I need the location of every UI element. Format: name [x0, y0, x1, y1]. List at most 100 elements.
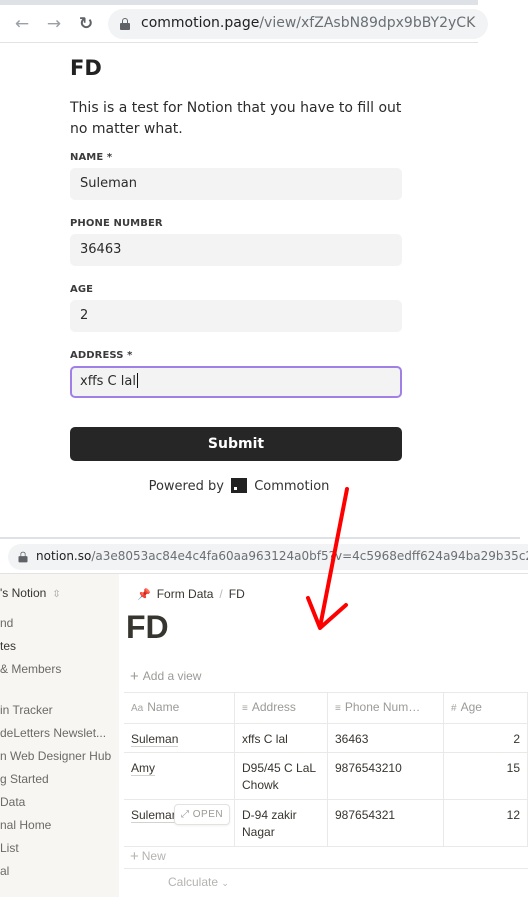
- lock-icon: [120, 18, 130, 30]
- chevron-updown-icon: ⇳: [52, 589, 61, 600]
- sidebar-item[interactable]: al: [0, 864, 9, 878]
- page-title[interactable]: FD: [126, 609, 169, 646]
- row-title[interactable]: Suleman: [131, 732, 179, 747]
- row-title[interactable]: Suleman: [131, 808, 179, 823]
- cell-phone[interactable]: 36463: [328, 724, 444, 752]
- sidebar-item[interactable]: n Web Designer Hub: [0, 749, 111, 763]
- address-bar[interactable]: commotion.page/view/xfZAsbN89dpx9bBY2yCK: [108, 9, 488, 39]
- table-header: Aa Name ≡ Address ≡ Phone Num… # Age: [124, 693, 528, 724]
- age-input[interactable]: 2: [70, 300, 402, 332]
- add-view-label: Add a view: [142, 669, 202, 683]
- cell-age[interactable]: 15: [444, 753, 528, 799]
- cell-name[interactable]: Amy: [124, 753, 235, 799]
- age-label: AGE: [70, 284, 94, 295]
- commotion-logo-icon: [231, 478, 248, 493]
- cell-address[interactable]: D-94 zakir Nagar: [235, 800, 328, 846]
- url-path: /a3e8053ac84e4c4fa60aa963124a0bf5?v=4c59…: [91, 549, 528, 563]
- breadcrumb-fd[interactable]: FD: [229, 587, 245, 601]
- sidebar-item[interactable]: & Members: [0, 662, 61, 676]
- row-title[interactable]: Amy: [131, 761, 155, 776]
- browser-toolbar: ← → ↻ commotion.page/view/xfZAsbN89dpx9b…: [0, 5, 488, 43]
- plus-icon: +: [130, 848, 139, 865]
- phone-input[interactable]: 36463: [70, 234, 402, 266]
- table-row[interactable]: Suleman ⤢ OPEN D-94 zakir Nagar 98765432…: [124, 800, 528, 847]
- notion-page: 📌 Form Data / FD FD + Add a view Aa Name ≡ Add…: [119, 574, 528, 897]
- sidebar-item[interactable]: tes: [0, 639, 16, 653]
- plus-icon: +: [130, 668, 139, 685]
- sidebar-item[interactable]: g Started: [0, 772, 49, 786]
- url-host: commotion.page: [141, 15, 260, 31]
- commotion-link[interactable]: Commotion: [254, 479, 329, 494]
- calculate-button[interactable]: Calculate ⌄: [168, 875, 229, 889]
- submit-button[interactable]: Submit: [70, 427, 402, 461]
- cell-phone[interactable]: 987654321: [328, 800, 444, 846]
- new-label: New: [141, 849, 166, 863]
- calculate-divider: [124, 868, 528, 869]
- cell-address[interactable]: xffs C lal: [235, 724, 328, 752]
- open-label: OPEN: [192, 809, 224, 820]
- address-bar[interactable]: notion.so/a3e8053ac84e4c4fa60aa963124a0b…: [8, 544, 528, 570]
- column-header-address[interactable]: ≡ Address: [235, 693, 328, 723]
- cell-age[interactable]: 12: [444, 800, 528, 846]
- browser-tab-strip: [0, 537, 520, 539]
- field-address: ADDRESS * xffs C lal: [70, 350, 402, 398]
- url-path: /view/xfZAsbN89dpx9bBY2yCK: [259, 15, 476, 31]
- text-caret: [136, 373, 138, 388]
- sidebar-item[interactable]: Data: [0, 795, 25, 809]
- expand-icon: ⤢: [181, 809, 190, 820]
- hash-icon: #: [451, 703, 457, 714]
- address-input[interactable]: xffs C lal: [70, 366, 402, 398]
- table-row[interactable]: Suleman xffs C lal 36463 2: [124, 724, 528, 753]
- cell-name[interactable]: Suleman: [124, 724, 235, 752]
- lines-icon: ≡: [335, 703, 341, 714]
- column-label: Address: [251, 700, 296, 714]
- cell-name[interactable]: Suleman ⤢ OPEN: [124, 800, 235, 846]
- calculate-label: Calculate: [168, 875, 219, 889]
- cell-phone[interactable]: 9876543210: [328, 753, 444, 799]
- new-row-button[interactable]: + New: [130, 848, 166, 865]
- pushpin-icon: 📌: [137, 589, 151, 601]
- form: FD This is a test for Notion that you ha…: [70, 56, 402, 398]
- sidebar-item[interactable]: deLetters Newslet...: [0, 726, 106, 740]
- chevron-down-icon: ⌄: [221, 878, 229, 888]
- breadcrumb-separator: /: [219, 587, 223, 601]
- sidebar-item[interactable]: nal Home: [0, 818, 51, 832]
- lines-icon: ≡: [242, 703, 248, 714]
- field-name: NAME * Suleman: [70, 152, 402, 200]
- breadcrumb: 📌 Form Data / FD: [137, 587, 245, 601]
- column-label: Age: [460, 700, 482, 714]
- sidebar-item[interactable]: in Tracker: [0, 703, 53, 717]
- database-table: Aa Name ≡ Address ≡ Phone Num… # Age Suleman…: [124, 692, 528, 847]
- sidebar-item[interactable]: List: [0, 841, 19, 855]
- table-row[interactable]: Amy D95/45 C LaL Chowk 9876543210 15: [124, 753, 528, 800]
- url-text: commotion.page/view/xfZAsbN89dpx9bBY2yCK: [141, 15, 475, 31]
- powered-by-text: Powered by: [148, 479, 224, 494]
- breadcrumb-form-data[interactable]: Form Data: [157, 587, 214, 601]
- column-label: Name: [147, 700, 180, 714]
- reload-button[interactable]: ↻: [76, 14, 96, 34]
- name-input[interactable]: Suleman: [70, 168, 402, 200]
- back-button[interactable]: ←: [12, 14, 32, 34]
- workspace-switcher[interactable]: 's Notion ⇳: [0, 586, 61, 600]
- lock-icon: [18, 551, 28, 563]
- column-header-phone[interactable]: ≡ Phone Num…: [328, 693, 444, 723]
- address-label: ADDRESS *: [70, 350, 133, 361]
- column-header-age[interactable]: # Age: [444, 693, 528, 723]
- cell-address[interactable]: D95/45 C LaL Chowk: [235, 753, 328, 799]
- name-label: NAME *: [70, 152, 113, 163]
- sidebar-item[interactable]: nd: [0, 616, 13, 630]
- field-age: AGE 2: [70, 284, 402, 332]
- open-page-button[interactable]: ⤢ OPEN: [174, 804, 231, 825]
- column-label: Phone Num…: [344, 700, 421, 714]
- url-host: notion.so: [36, 549, 92, 563]
- form-title: FD: [70, 56, 102, 80]
- phone-label: PHONE NUMBER: [70, 218, 163, 229]
- url-text: notion.so/a3e8053ac84e4c4fa60aa963124a0b…: [36, 549, 528, 563]
- forward-button[interactable]: →: [44, 14, 64, 34]
- notion-screenshot: notion.so/a3e8053ac84e4c4fa60aa963124a0b…: [0, 537, 528, 897]
- field-phone: PHONE NUMBER 36463: [70, 218, 402, 266]
- column-header-name[interactable]: Aa Name: [124, 693, 235, 723]
- form-description: This is a test for Notion that you have …: [70, 100, 402, 137]
- cell-age[interactable]: 2: [444, 724, 528, 752]
- add-view-button[interactable]: + Add a view: [130, 668, 201, 685]
